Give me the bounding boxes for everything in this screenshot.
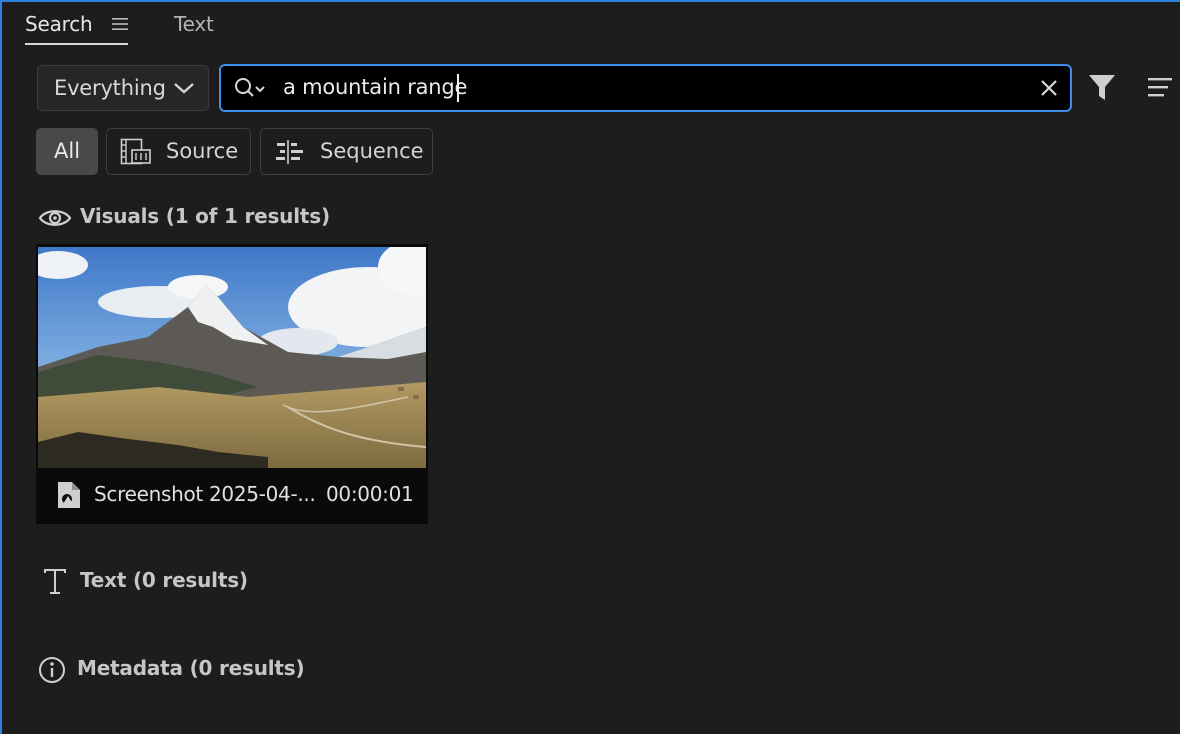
list-options-icon[interactable] (1146, 76, 1174, 100)
result-card[interactable]: Screenshot 2025-04-... 00:00:01 (36, 244, 428, 524)
tab-text[interactable]: Text (174, 12, 214, 36)
filter-chip-source-label: Source (166, 139, 239, 163)
result-thumbnail (38, 247, 426, 468)
filter-chip-sequence-label: Sequence (320, 139, 424, 163)
filter-icon[interactable] (1088, 73, 1116, 103)
sequence-icon (276, 140, 303, 164)
metadata-section-header[interactable]: Metadata (0 results) (77, 656, 305, 680)
text-result-count: (0 results) (132, 568, 248, 592)
search-input[interactable] (283, 72, 1003, 102)
info-icon (39, 657, 65, 683)
search-field[interactable] (219, 64, 1072, 112)
eye-icon (38, 210, 72, 226)
text-section-label: Text (80, 568, 127, 592)
search-scope-value: Everything (54, 76, 166, 100)
filter-chip-all-label: All (54, 139, 81, 163)
text-section-header[interactable]: Text (0 results) (80, 568, 248, 592)
filter-chip-sequence[interactable]: Sequence (260, 128, 433, 175)
visuals-section-label: Visuals (80, 204, 159, 228)
search-options-icon[interactable] (233, 76, 269, 100)
source-clip-icon (120, 138, 151, 165)
close-icon[interactable] (1038, 77, 1060, 99)
filter-chip-all[interactable]: All (36, 128, 98, 175)
text-caret (457, 74, 459, 102)
filter-chip-source[interactable]: Source (106, 128, 251, 175)
hamburger-icon[interactable] (111, 16, 129, 32)
result-duration: 00:00:01 (326, 482, 414, 506)
visuals-result-count: (1 of 1 results) (165, 204, 330, 228)
result-file-name: Screenshot 2025-04-... (94, 482, 316, 506)
text-type-icon (44, 569, 66, 594)
visuals-section-header[interactable]: Visuals (1 of 1 results) (80, 204, 330, 228)
image-file-icon (58, 482, 80, 508)
active-tab-indicator (25, 43, 128, 45)
metadata-section-label: Metadata (77, 656, 183, 680)
tab-search[interactable]: Search (25, 12, 93, 36)
search-scope-dropdown[interactable]: Everything (37, 65, 209, 111)
chevron-down-icon (174, 83, 194, 94)
metadata-result-count: (0 results) (189, 656, 305, 680)
